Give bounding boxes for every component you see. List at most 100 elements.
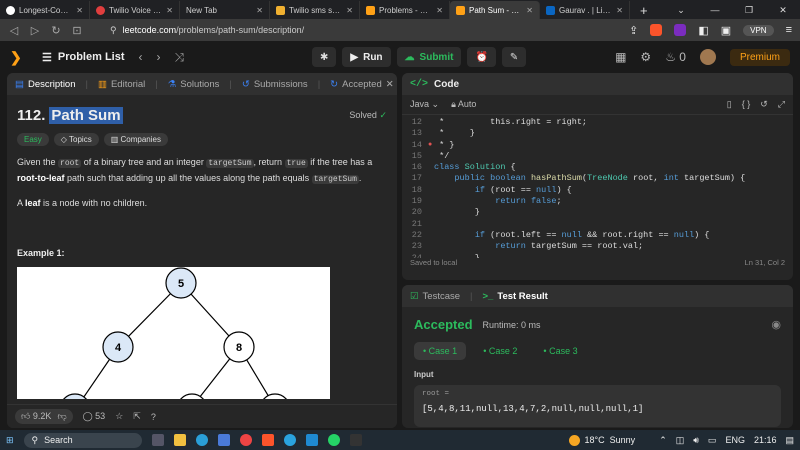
reset-icon[interactable]: ↺ [760, 99, 768, 110]
notes-button[interactable]: ✎ [501, 47, 527, 67]
sidebar-icon[interactable]: ◧ [698, 24, 708, 37]
run-button[interactable]: ▶ Run [342, 47, 391, 67]
new-tab-button[interactable]: + [630, 1, 658, 19]
premium-button[interactable]: Premium [729, 48, 790, 66]
language-select[interactable]: Java ⌄ [410, 99, 439, 110]
eye-icon[interactable]: ◉ [771, 318, 781, 331]
dislike-button[interactable]: 👎︎ [57, 411, 66, 422]
address-bar-row: ◁ ▷ ↻ ⊡ ⚲ leetcode.com/problems/path-sum… [0, 19, 800, 41]
case-tabs: • Case 1 • Case 2 • Case 3 [402, 332, 793, 360]
file-explorer-icon[interactable] [173, 434, 186, 446]
menu-icon[interactable]: ≡ [786, 24, 792, 36]
case-tab-2[interactable]: • Case 2 [474, 342, 526, 360]
edge-icon[interactable] [195, 434, 208, 446]
close-icon[interactable]: ✕ [346, 6, 353, 15]
tree-node-label: 5 [178, 278, 184, 290]
close-icon[interactable]: ✕ [436, 6, 443, 15]
vscode-icon[interactable] [305, 434, 318, 446]
task-view-icon[interactable] [151, 434, 164, 446]
brave-icon[interactable] [261, 434, 274, 446]
browser-tab-5[interactable]: Problems - LeetCod✕ [360, 1, 450, 19]
case-tab-3[interactable]: • Case 3 [534, 342, 586, 360]
share-icon[interactable]: ⇱ [133, 411, 141, 422]
share-icon[interactable]: ⇪ [629, 24, 638, 37]
tab-submissions[interactable]: ↺ Submissions [242, 79, 308, 90]
tab-testcase[interactable]: ☑ Testcase [410, 291, 460, 302]
browser-tab-7[interactable]: Gaurav . | LinkedIn✕ [540, 1, 630, 19]
browser-tab-active[interactable]: Path Sum - Leet ✕ [450, 1, 540, 19]
whatsapp-icon[interactable] [327, 434, 340, 446]
close-icon[interactable]: ✕ [526, 6, 533, 15]
prev-problem-icon[interactable]: ‹ [139, 50, 143, 65]
volume-icon[interactable]: 🔊︎ [693, 435, 699, 446]
submit-button[interactable]: ☁ Submit [396, 47, 462, 67]
browser-tab-1[interactable]: Longest-Compound✕ [0, 1, 90, 19]
clock[interactable]: 21:16 [754, 435, 777, 446]
telegram-icon[interactable] [283, 434, 296, 446]
leetcode-logo-icon[interactable]: ❯ [10, 49, 26, 65]
close-icon[interactable]: ✕ [166, 6, 173, 15]
star-icon[interactable]: ☆ [115, 411, 123, 422]
close-icon[interactable]: ✕ [386, 79, 394, 90]
browser-tab-2[interactable]: Twilio Voice SDKs -✕ [90, 1, 180, 19]
code-editor[interactable]: 12 * this.right = right; 13 * } 14 ● * } 15 … [402, 115, 793, 258]
debug-button[interactable]: ✱ [312, 47, 337, 67]
terminal-app-icon[interactable] [349, 434, 362, 446]
difficulty-badge[interactable]: Easy [17, 133, 49, 146]
bookmark-icon[interactable]: ⊡ [71, 24, 83, 37]
topics-tag[interactable]: ◇ Topics [53, 133, 99, 146]
tree-node-label: 4 [115, 342, 122, 354]
tab-solutions[interactable]: ⚗ Solutions [168, 79, 220, 90]
chevron-up-icon[interactable]: ⌃ [659, 435, 667, 446]
help-icon[interactable]: ? [151, 412, 156, 422]
tab-editorial[interactable]: ▥ Editorial [98, 79, 145, 90]
settings-icon[interactable]: ⚙ [640, 50, 651, 64]
windows-start-icon[interactable]: ⊞ [6, 435, 14, 446]
tab-accepted[interactable]: ↻ Accepted ✕ [330, 79, 394, 90]
wallet-icon[interactable]: ▣ [721, 24, 731, 37]
forward-icon[interactable]: ▷ [29, 24, 41, 37]
code-text: * } [434, 139, 455, 150]
notification-icon[interactable]: ▤ [785, 435, 794, 446]
site-info-icon[interactable]: ⚲ [110, 25, 117, 36]
network-icon[interactable]: ◫ [676, 435, 685, 446]
fullscreen-icon[interactable]: ⤢ [778, 99, 785, 110]
problem-list-button[interactable]: ☰ Problem List [42, 51, 125, 64]
layout-icon[interactable]: ▦ [615, 50, 626, 64]
tab-search-icon[interactable]: ⌄ [664, 5, 698, 16]
tab-description[interactable]: ▤ Description [15, 79, 76, 90]
back-icon[interactable]: ◁ [8, 24, 20, 37]
close-icon[interactable]: ✕ [616, 6, 623, 15]
language-indicator[interactable]: ENG [725, 435, 745, 446]
minimize-icon[interactable]: — [698, 5, 732, 15]
close-icon[interactable]: ✕ [76, 6, 83, 15]
vpn-button[interactable]: VPN [743, 24, 774, 36]
comments-button[interactable]: ◯ 53 [83, 411, 106, 422]
browser-tab-3[interactable]: New Tab ✕ [180, 1, 270, 19]
browser-tab-4[interactable]: Twilio sms sender a✕ [270, 1, 360, 19]
close-icon[interactable]: ✕ [256, 6, 263, 15]
bookmark-icon[interactable]: ▯ [727, 99, 732, 110]
maximize-icon[interactable]: ❐ [732, 5, 766, 16]
case-tab-1[interactable]: • Case 1 [414, 342, 467, 360]
url-field[interactable]: ⚲ leetcode.com/problems/path-sum/descrip… [110, 22, 540, 38]
avatar[interactable] [699, 49, 716, 65]
taskbar-search[interactable]: ⚲ Search [23, 432, 142, 448]
brave-shield-icon[interactable] [650, 24, 663, 36]
reload-icon[interactable]: ↻ [50, 24, 62, 37]
tab-test-result[interactable]: >_ Test Result [483, 291, 548, 302]
battery-icon[interactable]: ▭ [708, 435, 717, 446]
streak-counter[interactable]: ♨ 0 [665, 50, 686, 64]
close-window-icon[interactable]: ✕ [766, 5, 800, 16]
companies-tag[interactable]: ▥ Companies [103, 133, 168, 146]
brave-rewards-icon[interactable] [674, 24, 687, 36]
shuffle-icon[interactable]: ⤨ [175, 50, 185, 65]
chrome-icon[interactable] [239, 434, 252, 446]
store-icon[interactable] [217, 434, 230, 446]
timer-button[interactable]: ⏰ [467, 47, 496, 67]
mode-toggle[interactable]: 🔒︎ Auto [451, 99, 476, 110]
next-problem-icon[interactable]: › [157, 50, 161, 65]
braces-icon[interactable]: { } [742, 99, 751, 110]
like-button[interactable]: 👍︎ 9.2K [21, 411, 51, 422]
weather-widget[interactable]: 18°C Sunny [568, 434, 635, 446]
